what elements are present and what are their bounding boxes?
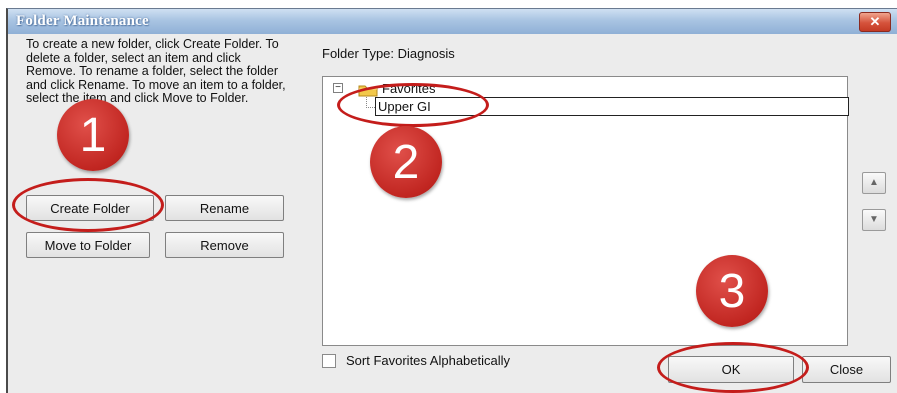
instructions-text: To create a new folder, click Create Fol… bbox=[26, 37, 286, 106]
rename-button[interactable]: Rename bbox=[165, 195, 284, 221]
close-button[interactable]: Close bbox=[802, 356, 891, 383]
highlight-ring-ok bbox=[657, 342, 809, 393]
title-bar: Folder Maintenance ✕ bbox=[8, 9, 897, 34]
remove-button[interactable]: Remove bbox=[165, 232, 284, 258]
sort-alphabetically-checkbox[interactable] bbox=[322, 354, 336, 368]
arrow-up-icon: ▲ bbox=[869, 177, 879, 188]
folder-type: Folder Type: Diagnosis bbox=[322, 46, 455, 61]
step-2-marker: 2 bbox=[370, 126, 442, 198]
sort-alphabetically-label: Sort Favorites Alphabetically bbox=[346, 353, 511, 368]
move-down-button[interactable]: ▼ bbox=[862, 209, 886, 231]
step-1-marker: 1 bbox=[57, 99, 129, 171]
step-3-marker: 3 bbox=[696, 255, 768, 327]
move-up-button[interactable]: ▲ bbox=[862, 172, 886, 194]
move-to-folder-button[interactable]: Move to Folder bbox=[26, 232, 150, 258]
folder-type-label: Folder Type: bbox=[322, 46, 395, 61]
highlight-ring-new-folder bbox=[337, 83, 489, 127]
folder-type-value: Diagnosis bbox=[397, 46, 455, 61]
close-icon[interactable]: ✕ bbox=[859, 12, 891, 32]
arrow-down-icon: ▼ bbox=[869, 214, 879, 225]
highlight-ring-create-folder bbox=[12, 178, 164, 232]
collapse-icon[interactable]: − bbox=[333, 83, 343, 93]
dialog-title: Folder Maintenance bbox=[16, 13, 149, 29]
